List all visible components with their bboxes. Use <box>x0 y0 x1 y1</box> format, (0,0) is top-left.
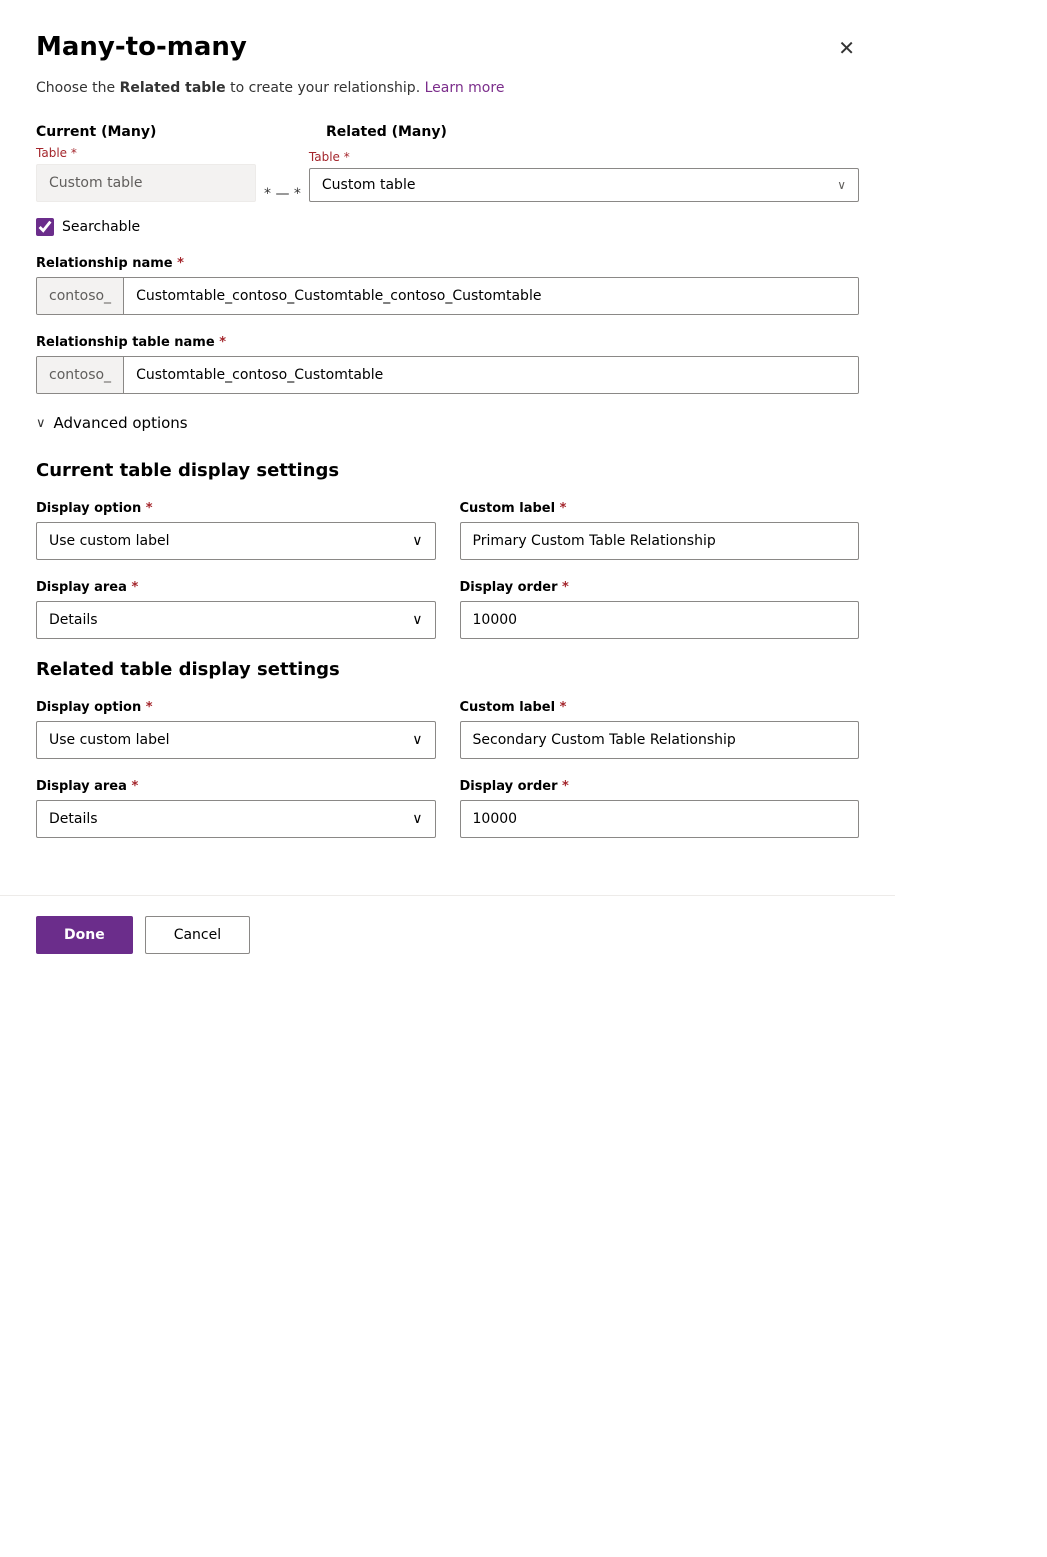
current-custom-label-col: Custom label * Primary Custom Table Rela… <box>460 501 860 560</box>
current-display-option-label: Display option * <box>36 501 436 516</box>
related-display-area-label: Display area * <box>36 779 436 794</box>
current-display-option-col: Display option * Use custom label ∨ <box>36 501 436 560</box>
relationship-name-section: Relationship name * contoso_ Customtable… <box>36 256 859 315</box>
related-display-order-input[interactable]: 10000 <box>460 800 860 838</box>
advanced-options-toggle[interactable]: ∨ Advanced options <box>36 414 859 432</box>
related-table-display-section: Related table display settings Display o… <box>36 659 859 838</box>
related-many-label: Related (Many) <box>326 124 859 140</box>
relationship-table-name-value: Customtable_contoso_Customtable <box>124 357 858 393</box>
related-table-field: Table * Custom table ∨ <box>309 150 859 202</box>
related-display-option-row: Display option * Use custom label ∨ Cust… <box>36 700 859 759</box>
current-many-label: Current (Many) <box>36 124 326 140</box>
current-display-area-col: Display area * Details ∨ <box>36 580 436 639</box>
current-display-option-value: Use custom label <box>49 533 169 549</box>
current-display-section-title: Current table display settings <box>36 460 859 481</box>
related-display-area-chevron-icon: ∨ <box>412 811 422 827</box>
related-display-section-title: Related table display settings <box>36 659 859 680</box>
done-button[interactable]: Done <box>36 916 133 954</box>
related-table-chevron-icon: ∨ <box>837 178 846 192</box>
relationship-name-input[interactable]: contoso_ Customtable_contoso_Customtable… <box>36 277 859 315</box>
current-display-area-value: Details <box>49 612 98 628</box>
subtitle-text2: to create your relationship. <box>226 80 425 96</box>
current-display-order-input[interactable]: 10000 <box>460 601 860 639</box>
dialog-title: Many-to-many <box>36 32 247 62</box>
related-display-option-select[interactable]: Use custom label ∨ <box>36 721 436 759</box>
table-fields-wrapper: Table * Custom table * — * Table * Custo… <box>36 146 859 202</box>
related-table-sublabel: Table * <box>309 150 859 164</box>
columns-header: Current (Many) Related (Many) <box>36 124 859 140</box>
related-display-option-chevron-icon: ∨ <box>412 732 422 748</box>
related-table-select[interactable]: Custom table ∨ <box>309 168 859 202</box>
current-table-display-section: Current table display settings Display o… <box>36 460 859 639</box>
searchable-label: Searchable <box>62 219 140 235</box>
related-display-area-select[interactable]: Details ∨ <box>36 800 436 838</box>
relationship-table-name-label: Relationship table name * <box>36 335 859 350</box>
related-display-option-col: Display option * Use custom label ∨ <box>36 700 436 759</box>
relationship-name-value: Customtable_contoso_Customtable_contoso_… <box>124 278 858 314</box>
related-display-area-col: Display area * Details ∨ <box>36 779 436 838</box>
relationship-table-name-section: Relationship table name * contoso_ Custo… <box>36 335 859 394</box>
relationship-name-prefix: contoso_ <box>37 278 124 314</box>
current-display-option-row: Display option * Use custom label ∨ Cust… <box>36 501 859 560</box>
related-display-order-col: Display order * 10000 <box>460 779 860 838</box>
subtitle-bold: Related table <box>120 80 226 96</box>
current-table-readonly: Custom table <box>36 164 256 202</box>
many-to-many-dialog: Many-to-many ✕ Choose the Related table … <box>0 0 895 974</box>
subtitle-text1: Choose the <box>36 80 120 96</box>
related-display-option-label: Display option * <box>36 700 436 715</box>
learn-more-link[interactable]: Learn more <box>425 80 505 96</box>
related-display-area-row: Display area * Details ∨ Display order *… <box>36 779 859 838</box>
cancel-button[interactable]: Cancel <box>145 916 250 954</box>
current-display-order-col: Display order * 10000 <box>460 580 860 639</box>
dialog-subtitle: Choose the Related table to create your … <box>36 80 859 96</box>
current-display-order-label: Display order * <box>460 580 860 595</box>
current-display-area-chevron-icon: ∨ <box>412 612 422 628</box>
searchable-row: Searchable <box>36 218 859 236</box>
related-display-option-value: Use custom label <box>49 732 169 748</box>
searchable-checkbox[interactable] <box>36 218 54 236</box>
current-display-option-select[interactable]: Use custom label ∨ <box>36 522 436 560</box>
current-table-sublabel: Table * <box>36 146 256 160</box>
current-table-field: Table * Custom table <box>36 146 256 202</box>
relationship-table-name-prefix: contoso_ <box>37 357 124 393</box>
current-display-option-chevron-icon: ∨ <box>412 533 422 549</box>
related-custom-label-label: Custom label * <box>460 700 860 715</box>
relationship-name-label: Relationship name * <box>36 256 859 271</box>
current-display-area-label: Display area * <box>36 580 436 595</box>
connector: * — * <box>256 186 309 202</box>
related-display-order-label: Display order * <box>460 779 860 794</box>
advanced-options-label: Advanced options <box>54 414 188 432</box>
related-custom-label-col: Custom label * Secondary Custom Table Re… <box>460 700 860 759</box>
advanced-options-chevron-icon: ∨ <box>36 416 46 431</box>
related-display-area-value: Details <box>49 811 98 827</box>
dialog-header: Many-to-many ✕ <box>36 32 859 64</box>
related-custom-label-input[interactable]: Secondary Custom Table Relationship <box>460 721 860 759</box>
current-display-area-row: Display area * Details ∨ Display order *… <box>36 580 859 639</box>
relationship-table-name-input[interactable]: contoso_ Customtable_contoso_Customtable <box>36 356 859 394</box>
current-display-area-select[interactable]: Details ∨ <box>36 601 436 639</box>
close-button[interactable]: ✕ <box>834 32 859 64</box>
related-table-select-value: Custom table <box>322 177 416 193</box>
current-custom-label-label: Custom label * <box>460 501 860 516</box>
dialog-footer: Done Cancel <box>0 895 895 974</box>
current-custom-label-input[interactable]: Primary Custom Table Relationship <box>460 522 860 560</box>
